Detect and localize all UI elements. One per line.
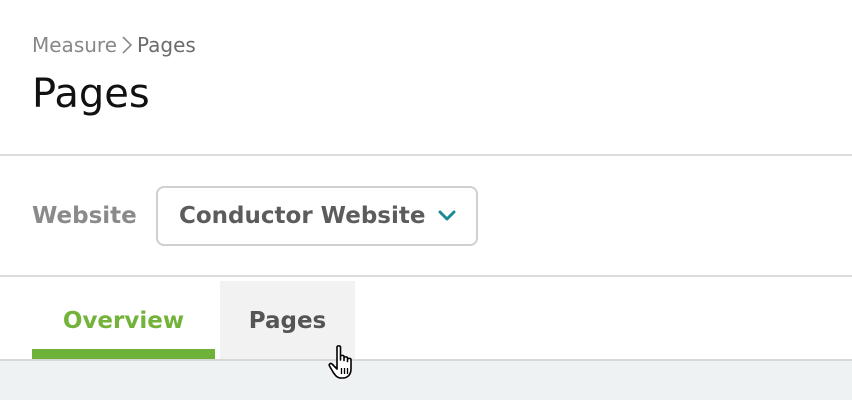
page: Measure Pages Pages Website Conductor We… bbox=[0, 0, 852, 400]
chevron-down-icon bbox=[438, 210, 456, 222]
tab-pages-label: Pages bbox=[248, 307, 327, 334]
chevron-right-icon bbox=[121, 36, 133, 54]
hand-pointer-icon bbox=[328, 344, 362, 386]
content-area bbox=[0, 361, 852, 400]
page-title: Pages bbox=[32, 71, 150, 117]
website-select[interactable]: Conductor Website bbox=[156, 186, 478, 246]
website-select-value: Conductor Website bbox=[179, 203, 426, 229]
tab-overview[interactable]: Overview bbox=[32, 281, 215, 360]
breadcrumb: Measure Pages bbox=[32, 32, 196, 58]
divider bbox=[0, 275, 852, 277]
tab-overview-label: Overview bbox=[62, 307, 185, 334]
tab-bar: Overview Pages bbox=[32, 281, 355, 360]
breadcrumb-item-current: Pages bbox=[137, 33, 196, 57]
breadcrumb-item-measure[interactable]: Measure bbox=[32, 32, 117, 58]
website-label: Website bbox=[32, 203, 137, 229]
divider bbox=[0, 154, 852, 156]
